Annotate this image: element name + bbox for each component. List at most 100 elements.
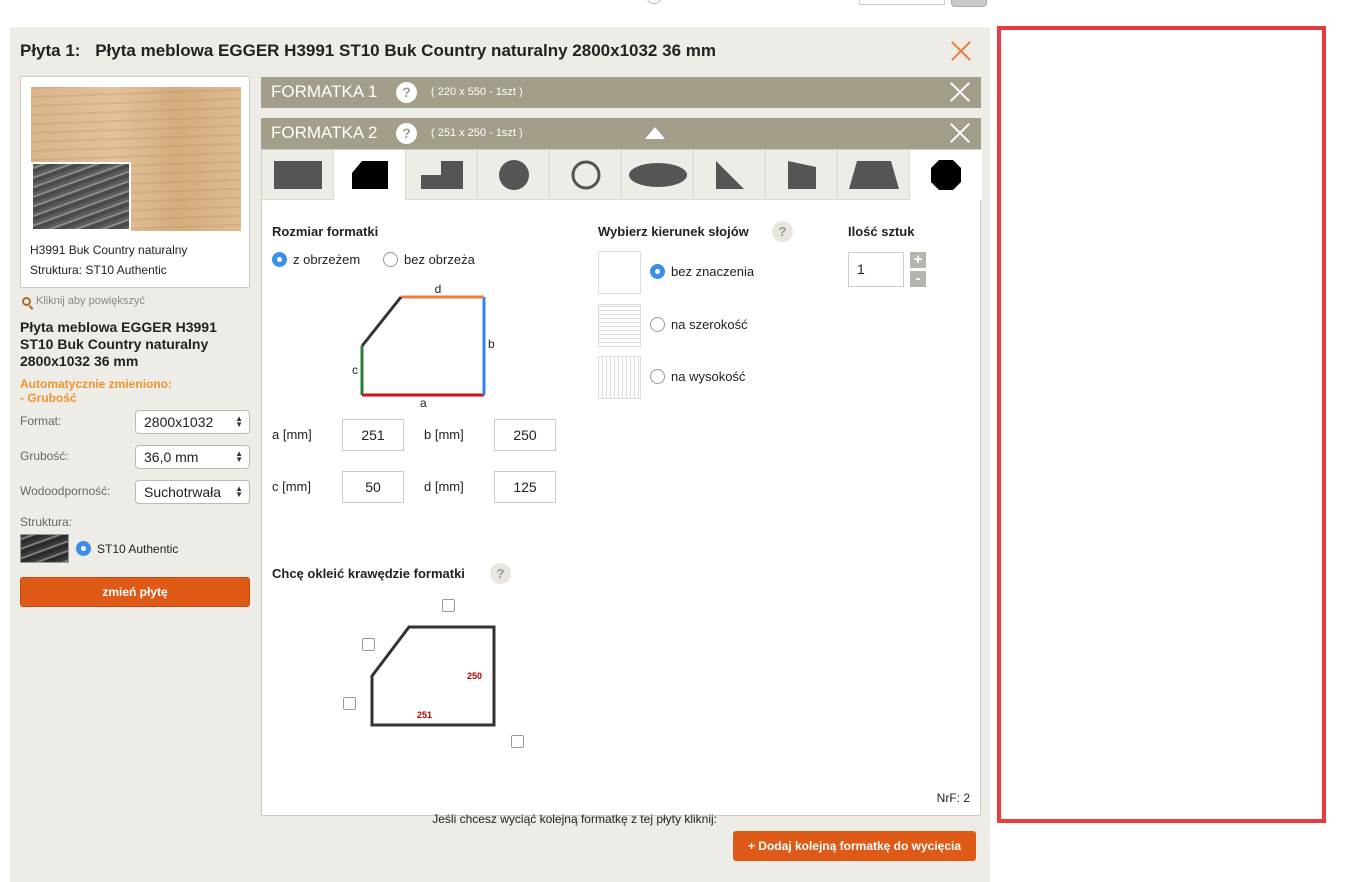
diagram-label-a: a <box>420 396 427 410</box>
edging-diagram: 250 251 <box>370 625 496 727</box>
grain-none-swatch <box>598 251 641 294</box>
shape-step-tab[interactable] <box>406 150 478 200</box>
shape-ring-tab[interactable] <box>550 150 622 200</box>
top-input[interactable] <box>859 0 945 5</box>
shape-circle-tab[interactable] <box>478 150 550 200</box>
edge-bottom-checkbox[interactable] <box>511 735 524 748</box>
auto-changed-notice: Automatycznie zmieniono: - Grubość <box>20 377 172 405</box>
edging-help-icon[interactable]: ? <box>490 563 511 584</box>
dim-b-input[interactable]: 250 <box>494 419 556 451</box>
dim-a-input[interactable]: 251 <box>342 419 404 451</box>
add-formatka-button[interactable]: + Dodaj kolejną formatkę do wycięcia <box>733 831 976 861</box>
shape-ellipse-tab[interactable] <box>622 150 694 200</box>
thickness-select[interactable]: 36,0 mm ▲ ▼ <box>135 445 250 469</box>
thumb-decor-name: H3991 Buk Country naturalny <box>30 243 188 257</box>
highlight-box <box>997 26 1326 823</box>
dim-a-label: a [mm] <box>272 427 312 442</box>
formatka-1-close-icon[interactable] <box>949 81 971 103</box>
ellipse-shape-icon <box>628 163 687 187</box>
trapezoid-right-shape-icon <box>787 161 816 189</box>
water-resistance-select-value: Suchotrwała <box>144 484 222 500</box>
edge-top-checkbox[interactable] <box>442 599 455 612</box>
diagram-label-c: c <box>352 363 358 377</box>
close-panel-icon[interactable] <box>950 40 972 62</box>
shape-trapezoid-right-tab[interactable] <box>766 150 838 200</box>
grain-width-radio[interactable] <box>650 317 665 332</box>
auto-changed-label: Automatycznie zmieniono: <box>20 377 173 391</box>
without-edge-label: bez obrzeża <box>404 252 475 267</box>
shape-rectangle-tab[interactable] <box>262 150 334 200</box>
dim-c-label: c [mm] <box>272 479 311 494</box>
grain-height-option[interactable]: na wysokość <box>650 369 745 384</box>
grain-none-radio[interactable] <box>650 264 665 279</box>
with-edge-option[interactable]: z obrzeżem <box>272 252 360 267</box>
grain-height-radio[interactable] <box>650 369 665 384</box>
structure-label: Struktura: <box>20 515 73 529</box>
format-select[interactable]: 2800x1032 ▲ ▼ <box>135 410 250 434</box>
formatka-2-close-icon[interactable] <box>949 122 971 144</box>
without-edge-radio[interactable] <box>383 252 398 267</box>
with-edge-radio[interactable] <box>272 252 287 267</box>
select-arrows-icon: ▲ ▼ <box>235 414 243 429</box>
zoom-link-label: Kliknij aby powiększyć <box>36 295 145 307</box>
edge-left-checkbox[interactable] <box>343 697 356 710</box>
step-shape-icon <box>420 161 463 189</box>
formatka-2-dims: ( 251 x 250 - 1szt ) <box>431 127 523 139</box>
magnifier-icon <box>22 296 31 306</box>
thumb-structure-name: Struktura: ST10 Authentic <box>30 263 167 277</box>
dim-c-input[interactable]: 50 <box>342 471 404 503</box>
product-name: Płyta meblowa EGGER H3991 ST10 Buk Count… <box>20 319 217 369</box>
shape-cut-corner-tab[interactable] <box>334 150 406 200</box>
formatka-2-help-icon[interactable]: ? <box>396 123 417 144</box>
edging-section-title: Chcę okleić krawędzie formatki <box>272 566 465 581</box>
structure-option[interactable]: ST10 Authentic <box>76 541 178 556</box>
shape-trapezoid-tab[interactable] <box>838 150 910 200</box>
dim-d-input[interactable]: 125 <box>494 471 556 503</box>
shape-selector <box>262 150 982 200</box>
edge-cut-line <box>360 296 403 347</box>
structure-swatch <box>20 534 69 563</box>
formatka-2-bar[interactable]: FORMATKA 2 ? ( 251 x 250 - 1szt ) <box>261 118 981 149</box>
zoom-link[interactable]: Kliknij aby powiększyć <box>22 295 145 307</box>
grain-none-option[interactable]: bez znaczenia <box>650 264 754 279</box>
change-board-button[interactable]: zmień płytę <box>20 577 250 607</box>
formatka-1-dims: ( 220 x 550 - 1szt ) <box>431 86 523 98</box>
select-arrows-icon: ▲ ▼ <box>235 449 243 464</box>
shape-octagon-tab[interactable] <box>910 150 982 200</box>
formatka-2-title: FORMATKA 2 <box>271 123 378 142</box>
with-edge-label: z obrzeżem <box>293 252 361 267</box>
grain-width-option[interactable]: na szerokość <box>650 317 748 332</box>
collapse-arrow-icon[interactable] <box>645 127 665 139</box>
formatka-1-help-icon[interactable]: ? <box>396 82 417 103</box>
nrf-label: NrF: 2 <box>936 791 970 805</box>
format-label: Format: <box>20 414 62 428</box>
quantity-minus-button[interactable]: - <box>910 271 926 287</box>
footer-hint: Jeśli chcesz wyciąć kolejną formatkę z t… <box>432 812 717 826</box>
quantity-title: Ilość sztuk <box>848 224 915 239</box>
grain-help-icon[interactable]: ? <box>772 221 793 242</box>
dim-d-label: d [mm] <box>424 479 464 494</box>
thickness-label: Grubość: <box>20 449 69 463</box>
formatka-1-title: FORMATKA 1 <box>271 82 378 101</box>
top-button[interactable] <box>951 0 987 7</box>
select-arrows-icon: ▲ ▼ <box>235 484 243 499</box>
grain-width-label: na szerokość <box>671 317 748 332</box>
panel-title: Płyta 1: Płyta meblowa EGGER H3991 ST10 … <box>20 41 716 61</box>
edging-height-label: 250 <box>467 671 482 681</box>
structure-radio[interactable] <box>76 541 91 556</box>
panel-number: Płyta 1: <box>20 41 81 60</box>
formatka-1-bar[interactable]: FORMATKA 1 ? ( 220 x 550 - 1szt ) <box>261 77 981 108</box>
ring-shape-icon <box>571 160 600 190</box>
cut-corner-shape-icon <box>351 161 388 189</box>
panel-title-text: Płyta meblowa EGGER H3991 ST10 Buk Count… <box>95 41 716 60</box>
without-edge-option[interactable]: bez obrzeża <box>383 252 475 267</box>
water-resistance-select[interactable]: Suchotrwała ▲ ▼ <box>135 480 250 504</box>
product-thumbnail[interactable]: H3991 Buk Country naturalny Struktura: S… <box>20 76 250 288</box>
shape-triangle-tab[interactable] <box>694 150 766 200</box>
quantity-input[interactable]: 1 <box>848 252 904 287</box>
format-select-value: 2800x1032 <box>144 414 214 430</box>
formatka-2-content: Rozmiar formatki z obrzeżem bez obrzeża … <box>261 149 982 816</box>
top-radio[interactable] <box>646 0 662 4</box>
quantity-plus-button[interactable]: + <box>910 252 926 268</box>
size-diagram: d b c a <box>352 282 495 410</box>
